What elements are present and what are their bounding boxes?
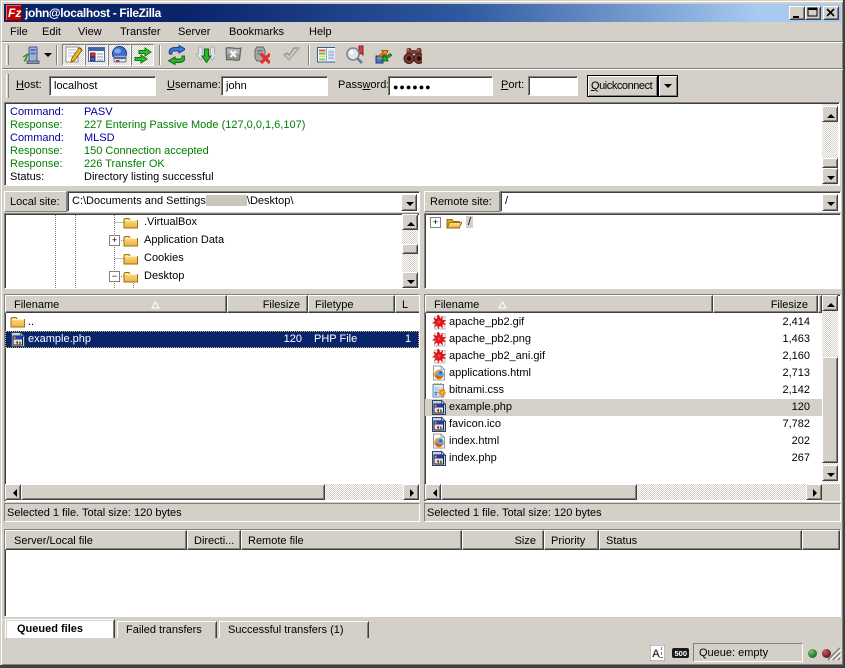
svg-text:500: 500 xyxy=(675,649,688,658)
svg-text:Fz: Fz xyxy=(8,6,21,20)
svg-text:A: A xyxy=(652,648,660,660)
